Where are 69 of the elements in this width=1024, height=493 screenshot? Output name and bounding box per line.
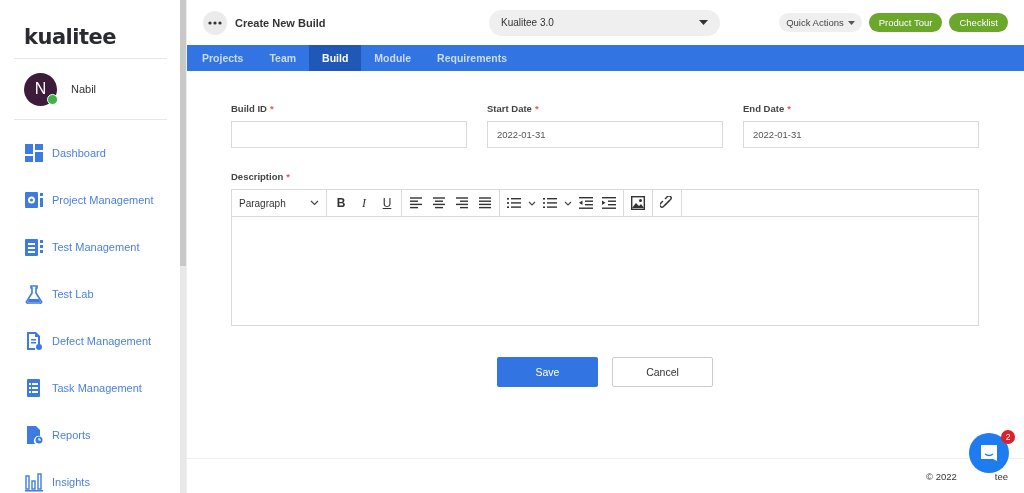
chat-icon <box>979 443 999 463</box>
tab[interactable]: Requirements <box>424 45 521 71</box>
caret-icon <box>847 20 855 25</box>
field-label: End Date <box>743 103 785 114</box>
menu-button[interactable] <box>203 10 227 35</box>
align-justify-icon <box>478 197 492 209</box>
page-title: Create New Build <box>235 16 327 29</box>
sidebar-item[interactable]: Defect Management <box>24 331 167 351</box>
logo: kualitee <box>24 24 117 51</box>
paragraph-dropdown[interactable]: Paragraph <box>236 197 322 209</box>
image-icon <box>631 196 645 210</box>
required-mark: * <box>286 171 290 182</box>
more-icon <box>208 20 222 25</box>
required-mark: * <box>787 103 791 114</box>
chevron-icon <box>528 200 536 206</box>
report-icon <box>24 425 44 445</box>
bar-chart-icon <box>24 472 44 492</box>
underline-button[interactable]: U <box>377 193 397 213</box>
input-field[interactable] <box>231 121 467 148</box>
clipboard-icon <box>24 237 44 257</box>
align-right-icon <box>455 197 469 209</box>
required-mark: * <box>534 103 539 114</box>
gear-document-icon <box>24 190 44 210</box>
italic-button[interactable]: I <box>354 193 374 213</box>
copyright-text: tee <box>994 470 1008 482</box>
tab[interactable]: Team <box>256 45 310 71</box>
document-icon <box>24 331 44 351</box>
chevron-icon <box>564 200 572 206</box>
field-label: Build ID <box>231 103 267 114</box>
field-label: Start Date <box>487 103 532 114</box>
sidebar-item[interactable]: Insights <box>24 472 167 492</box>
bullet-list-icon <box>507 197 521 209</box>
sidebar-item[interactable]: Task Management <box>24 378 167 398</box>
align-left-icon <box>409 197 423 209</box>
tab[interactable]: Module <box>361 45 425 71</box>
chevron-icon <box>310 200 319 206</box>
scrollbar-thumb[interactable] <box>180 0 186 266</box>
flask-icon <box>24 284 44 304</box>
user-avatar[interactable]: N <box>24 72 57 106</box>
sidebar-item[interactable]: Project Management <box>24 190 167 210</box>
user-name: Nabil <box>71 83 97 95</box>
indent-icon <box>602 197 616 209</box>
tab[interactable]: Build <box>309 45 362 71</box>
sidebar-item[interactable]: Dashboard <box>24 143 167 163</box>
bold-button[interactable]: B <box>331 193 351 213</box>
sidebar-item[interactable]: Test Management <box>24 237 167 257</box>
outdent-icon <box>579 197 593 209</box>
product-tour-button[interactable]: Product Tour <box>868 13 943 32</box>
input-field[interactable]: 2022-01-31 <box>743 121 979 148</box>
link-icon <box>660 196 674 210</box>
save-button[interactable]: Save <box>497 357 598 387</box>
numbered-list-icon <box>543 197 557 209</box>
dashboard-icon <box>24 143 44 163</box>
project-select[interactable]: Kualitee 3.0 <box>489 9 720 36</box>
caret-icon <box>699 20 708 25</box>
tab[interactable]: Projects <box>189 45 257 71</box>
field-label: Description <box>231 171 284 182</box>
cancel-button[interactable]: Cancel <box>612 357 713 387</box>
chat-button[interactable] <box>969 433 1009 473</box>
copyright-text: © 2022 <box>926 470 957 482</box>
sidebar-item[interactable]: Reports <box>24 425 167 445</box>
image-button[interactable] <box>628 193 648 213</box>
align-center-icon <box>432 197 446 209</box>
quick-actions-button[interactable]: Quick Actions <box>779 13 862 32</box>
input-field[interactable]: 2022-01-31 <box>487 121 723 148</box>
checklist-button[interactable]: Checklist <box>949 13 1008 32</box>
notification-badge: 2 <box>1001 430 1015 444</box>
sidebar-item[interactable]: Test Lab <box>24 284 167 304</box>
required-mark: * <box>269 103 274 114</box>
